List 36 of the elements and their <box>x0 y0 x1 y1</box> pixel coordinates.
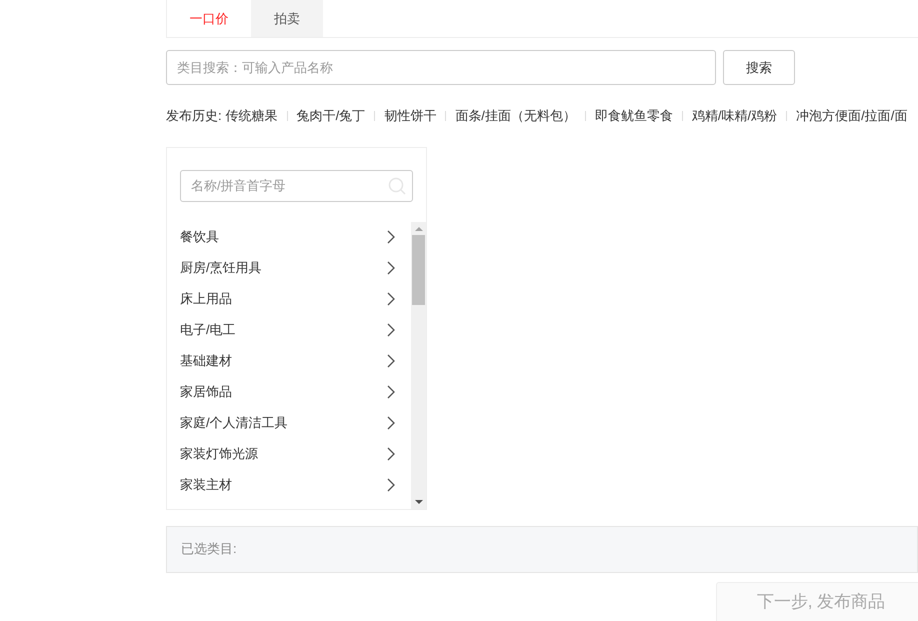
scrollbar[interactable] <box>411 222 426 508</box>
search-button[interactable]: 搜索 <box>723 50 795 85</box>
history-link[interactable]: 冲泡方便面/拉面/面 <box>796 106 908 126</box>
chevron-right-icon <box>387 447 395 461</box>
category-item[interactable]: 家装灯饰光源 <box>180 438 395 470</box>
history-label: 发布历史: <box>166 107 222 125</box>
history-link[interactable]: 传统糖果 <box>226 106 278 126</box>
filter-field[interactable]: 名称/拼音首字母 <box>180 170 413 202</box>
category-search-field[interactable]: 类目搜索：可输入产品名称 <box>166 50 716 85</box>
history-link[interactable]: 面条/挂面（无料包） <box>455 106 576 126</box>
scroll-up-icon[interactable] <box>414 226 422 232</box>
chevron-right-icon <box>387 261 395 275</box>
chevron-right-icon <box>387 292 395 306</box>
chevron-right-icon <box>387 230 395 244</box>
chevron-right-icon <box>387 478 395 492</box>
category-item[interactable]: 基础建材 <box>180 346 395 376</box>
chevron-right-icon <box>387 385 395 399</box>
category-item[interactable]: 家装主材 <box>180 470 395 500</box>
chevron-right-icon <box>387 323 395 337</box>
scrollbar-thumb[interactable] <box>412 234 425 304</box>
tab[interactable]: 拍卖 <box>251 0 323 37</box>
chevron-right-icon <box>387 354 395 368</box>
search-icon <box>388 176 406 194</box>
selected-category-label: 已选类目: <box>181 540 237 558</box>
category-item[interactable]: 床上用品 <box>180 284 395 314</box>
history-link[interactable]: 鸡精/味精/鸡粉 <box>692 106 778 126</box>
category-item[interactable]: 厨房/烹饪用具 <box>180 252 395 284</box>
history-link[interactable]: 兔肉干/兔丁 <box>296 106 366 126</box>
category-item[interactable]: 餐饮具 <box>180 222 395 252</box>
category-item[interactable]: 家居饰品 <box>180 376 395 408</box>
category-item[interactable]: 电子/电工 <box>180 314 395 346</box>
chevron-right-icon <box>387 416 395 430</box>
history-link[interactable]: 即食鱿鱼零食 <box>594 106 673 126</box>
history-link[interactable]: 韧性饼干 <box>384 106 436 126</box>
category-item[interactable]: 家庭/个人清洁工具 <box>180 408 395 438</box>
scroll-down-icon[interactable] <box>414 498 422 504</box>
